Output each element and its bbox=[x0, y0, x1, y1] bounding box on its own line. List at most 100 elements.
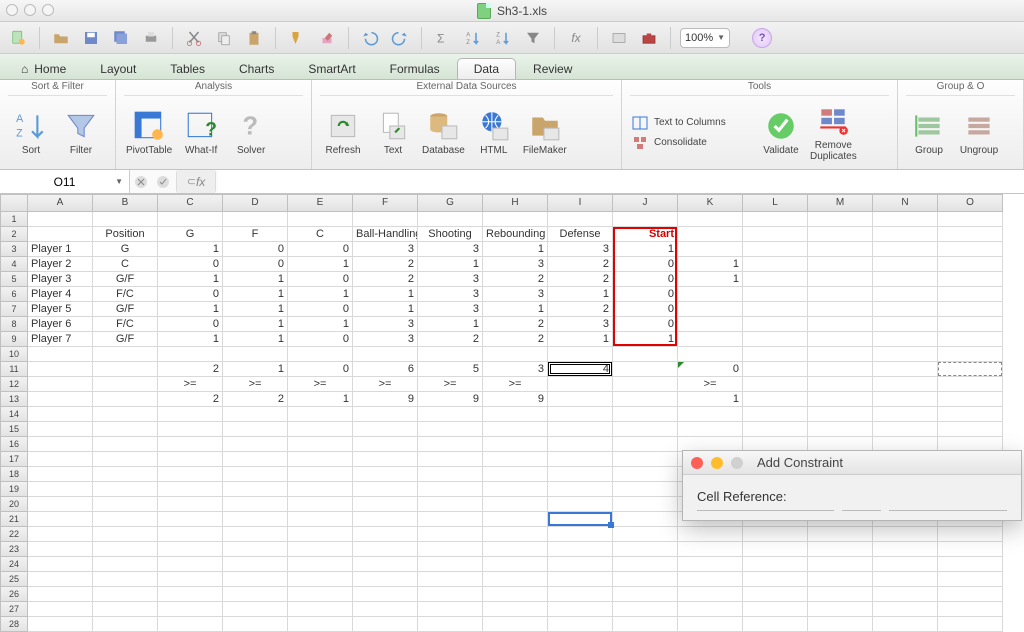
row-header[interactable]: 4 bbox=[0, 257, 28, 272]
cell[interactable]: F/C bbox=[93, 317, 158, 332]
cell[interactable] bbox=[743, 557, 808, 572]
cell[interactable]: C bbox=[93, 257, 158, 272]
cell[interactable] bbox=[353, 587, 418, 602]
clear-button[interactable] bbox=[315, 26, 339, 50]
row-header[interactable]: 15 bbox=[0, 422, 28, 437]
database-button[interactable]: Database bbox=[422, 109, 465, 156]
cell[interactable] bbox=[93, 377, 158, 392]
cell[interactable] bbox=[418, 512, 483, 527]
cell[interactable]: F bbox=[223, 227, 288, 242]
copy-button[interactable] bbox=[212, 26, 236, 50]
cell[interactable] bbox=[743, 587, 808, 602]
cell[interactable] bbox=[938, 617, 1003, 632]
cell[interactable] bbox=[28, 377, 93, 392]
cell[interactable] bbox=[353, 497, 418, 512]
cell[interactable] bbox=[743, 422, 808, 437]
column-header[interactable]: L bbox=[743, 194, 808, 212]
cell[interactable] bbox=[938, 527, 1003, 542]
cell[interactable] bbox=[353, 572, 418, 587]
cell[interactable] bbox=[28, 347, 93, 362]
cell[interactable] bbox=[808, 407, 873, 422]
cell[interactable] bbox=[743, 287, 808, 302]
autosum-button[interactable]: Σ bbox=[431, 26, 455, 50]
row-header[interactable]: 11 bbox=[0, 362, 28, 377]
cell[interactable] bbox=[418, 482, 483, 497]
row-header[interactable]: 5 bbox=[0, 272, 28, 287]
cell[interactable]: Player 2 bbox=[28, 257, 93, 272]
cell[interactable] bbox=[938, 257, 1003, 272]
sort-az-button[interactable]: AZ bbox=[461, 26, 485, 50]
cell[interactable] bbox=[938, 602, 1003, 617]
cell[interactable] bbox=[678, 287, 743, 302]
cell[interactable] bbox=[93, 452, 158, 467]
consolidate-button[interactable]: Consolidate bbox=[632, 135, 752, 151]
cell[interactable] bbox=[873, 572, 938, 587]
cell[interactable] bbox=[548, 572, 613, 587]
cell[interactable]: 2 bbox=[418, 332, 483, 347]
cell[interactable] bbox=[808, 542, 873, 557]
cell[interactable]: 1 bbox=[678, 272, 743, 287]
column-header[interactable]: H bbox=[483, 194, 548, 212]
row-header[interactable]: 22 bbox=[0, 527, 28, 542]
cell[interactable]: >= bbox=[678, 377, 743, 392]
cell[interactable] bbox=[808, 602, 873, 617]
cell[interactable]: 2 bbox=[483, 272, 548, 287]
cell[interactable] bbox=[743, 392, 808, 407]
refresh-button[interactable]: Refresh bbox=[322, 109, 364, 156]
cell[interactable] bbox=[743, 272, 808, 287]
cell[interactable] bbox=[158, 512, 223, 527]
cell[interactable]: 1 bbox=[418, 317, 483, 332]
cell[interactable]: 1 bbox=[548, 287, 613, 302]
cell[interactable] bbox=[223, 482, 288, 497]
cell[interactable] bbox=[548, 497, 613, 512]
cell[interactable] bbox=[28, 422, 93, 437]
cell[interactable]: 1 bbox=[288, 287, 353, 302]
cell[interactable]: 6 bbox=[353, 362, 418, 377]
filter-button-ribbon[interactable]: Filter bbox=[60, 109, 102, 156]
cell[interactable]: 0 bbox=[158, 287, 223, 302]
cell[interactable]: Defense bbox=[548, 227, 613, 242]
column-header[interactable]: N bbox=[873, 194, 938, 212]
cell[interactable] bbox=[288, 212, 353, 227]
cell[interactable]: 1 bbox=[678, 257, 743, 272]
accept-formula-button[interactable] bbox=[152, 170, 174, 193]
cell[interactable] bbox=[223, 437, 288, 452]
cell[interactable]: 2 bbox=[223, 392, 288, 407]
tab-home[interactable]: ⌂Home bbox=[4, 58, 83, 79]
cell[interactable] bbox=[93, 512, 158, 527]
cell[interactable] bbox=[158, 347, 223, 362]
cell[interactable]: 1 bbox=[223, 272, 288, 287]
cell[interactable] bbox=[483, 422, 548, 437]
cell[interactable]: 9 bbox=[353, 392, 418, 407]
filemaker-button[interactable]: FileMaker bbox=[523, 109, 567, 156]
column-header[interactable]: E bbox=[288, 194, 353, 212]
cell[interactable] bbox=[288, 482, 353, 497]
cell[interactable] bbox=[288, 572, 353, 587]
cell[interactable] bbox=[938, 572, 1003, 587]
cell[interactable] bbox=[743, 257, 808, 272]
remove-duplicates-button[interactable]: RemoveDuplicates bbox=[810, 104, 857, 162]
cell[interactable]: 0 bbox=[288, 332, 353, 347]
cell[interactable] bbox=[613, 377, 678, 392]
column-header[interactable]: B bbox=[93, 194, 158, 212]
cell[interactable] bbox=[938, 347, 1003, 362]
cell[interactable] bbox=[678, 587, 743, 602]
cell[interactable]: 1 bbox=[223, 317, 288, 332]
cell[interactable] bbox=[548, 212, 613, 227]
filter-button[interactable] bbox=[521, 26, 545, 50]
cell[interactable] bbox=[678, 542, 743, 557]
cell[interactable]: Player 3 bbox=[28, 272, 93, 287]
cell[interactable]: 0 bbox=[158, 317, 223, 332]
cell[interactable] bbox=[418, 422, 483, 437]
cell[interactable] bbox=[613, 452, 678, 467]
cell[interactable] bbox=[223, 587, 288, 602]
cell[interactable]: 2 bbox=[158, 362, 223, 377]
cell[interactable]: G/F bbox=[93, 332, 158, 347]
cell[interactable] bbox=[28, 572, 93, 587]
cell[interactable]: 3 bbox=[418, 242, 483, 257]
cell[interactable] bbox=[28, 362, 93, 377]
cell[interactable]: >= bbox=[483, 377, 548, 392]
cell[interactable] bbox=[93, 362, 158, 377]
cut-button[interactable] bbox=[182, 26, 206, 50]
cell[interactable] bbox=[483, 602, 548, 617]
